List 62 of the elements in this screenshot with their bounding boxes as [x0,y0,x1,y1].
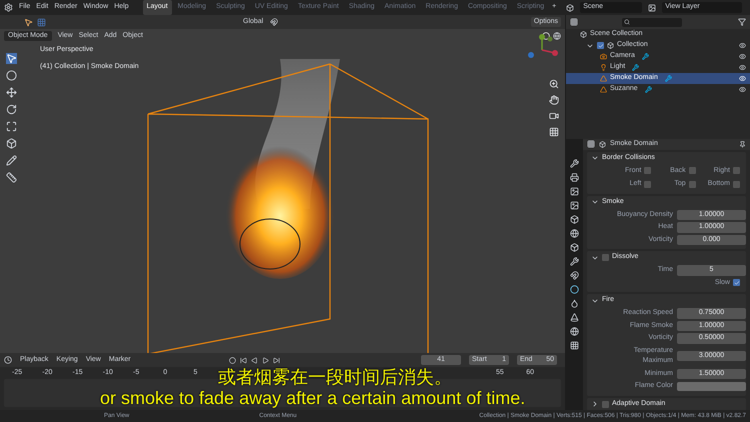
search-icon [624,19,630,25]
snap-icon[interactable] [270,18,278,26]
properties-tab-icon[interactable] [570,187,579,196]
properties-tab-icon[interactable] [570,173,579,182]
tool-icon[interactable] [6,138,17,149]
tool-icon[interactable] [6,70,17,81]
object-icon [599,140,606,148]
properties-tab-icon[interactable] [570,341,579,350]
subtitle-text: or smoke to fade away after a certain amount of time. [100,388,526,409]
checkbox[interactable] [732,180,740,188]
object-icon [600,64,607,71]
filter-icon[interactable] [738,18,746,26]
visibility-icon[interactable] [739,42,746,49]
panel-toggle[interactable] [591,154,599,162]
visibility-icon[interactable] [739,64,746,71]
panel-toggle[interactable] [591,400,599,408]
properties-tab-icon[interactable] [570,229,579,238]
properties-tab-icon[interactable] [570,159,579,168]
select-tool-icon[interactable] [24,18,33,26]
jump-end-icon[interactable] [272,356,280,364]
tool-icon[interactable] [6,155,17,166]
checkbox[interactable] [733,279,740,286]
properties-tab-icon[interactable] [570,327,579,336]
tool-icon[interactable] [6,87,17,98]
checkbox[interactable] [602,254,609,261]
tool-icon[interactable] [6,121,17,132]
shading-material-icon[interactable] [553,32,561,40]
shading-solid-icon[interactable] [542,32,550,40]
visibility-icon[interactable] [739,53,746,60]
modifier-icon [632,64,640,71]
properties-tab-icon[interactable] [570,243,579,252]
properties-tab-icon[interactable] [570,257,579,266]
navigation-icon[interactable] [549,111,559,121]
checkbox[interactable] [602,400,609,408]
select-mode-icon[interactable] [37,18,46,26]
subtitle-text: 或者烟雾在一段时间后消失。 [218,367,452,388]
properties-tab-icon[interactable] [570,271,579,280]
properties-tab-icon[interactable] [570,215,579,224]
pin-icon[interactable] [739,140,746,148]
checkbox[interactable] [644,180,652,188]
modifier-icon [664,75,672,82]
panel-toggle[interactable] [591,198,599,206]
modifier-icon [642,53,649,60]
navigation-icon[interactable] [549,79,559,89]
tool-icon[interactable] [6,104,17,115]
object-icon [600,53,607,60]
checkbox[interactable] [644,167,652,174]
checkbox[interactable] [597,42,604,49]
checkbox[interactable] [688,180,696,188]
visibility-icon[interactable] [739,86,746,93]
record-icon[interactable] [228,356,236,364]
checkbox[interactable] [732,167,740,174]
color-swatch[interactable] [677,382,746,391]
tool-icon[interactable] [6,172,17,183]
search-field[interactable] [622,18,682,26]
properties-tab-icon[interactable] [570,313,579,322]
navigation-icon[interactable] [549,95,559,105]
properties-tab-icon[interactable] [570,201,579,210]
checkbox[interactable] [688,167,696,174]
modifier-icon [644,86,652,93]
navigation-icon[interactable] [549,127,559,137]
jump-start-icon[interactable] [240,356,247,364]
